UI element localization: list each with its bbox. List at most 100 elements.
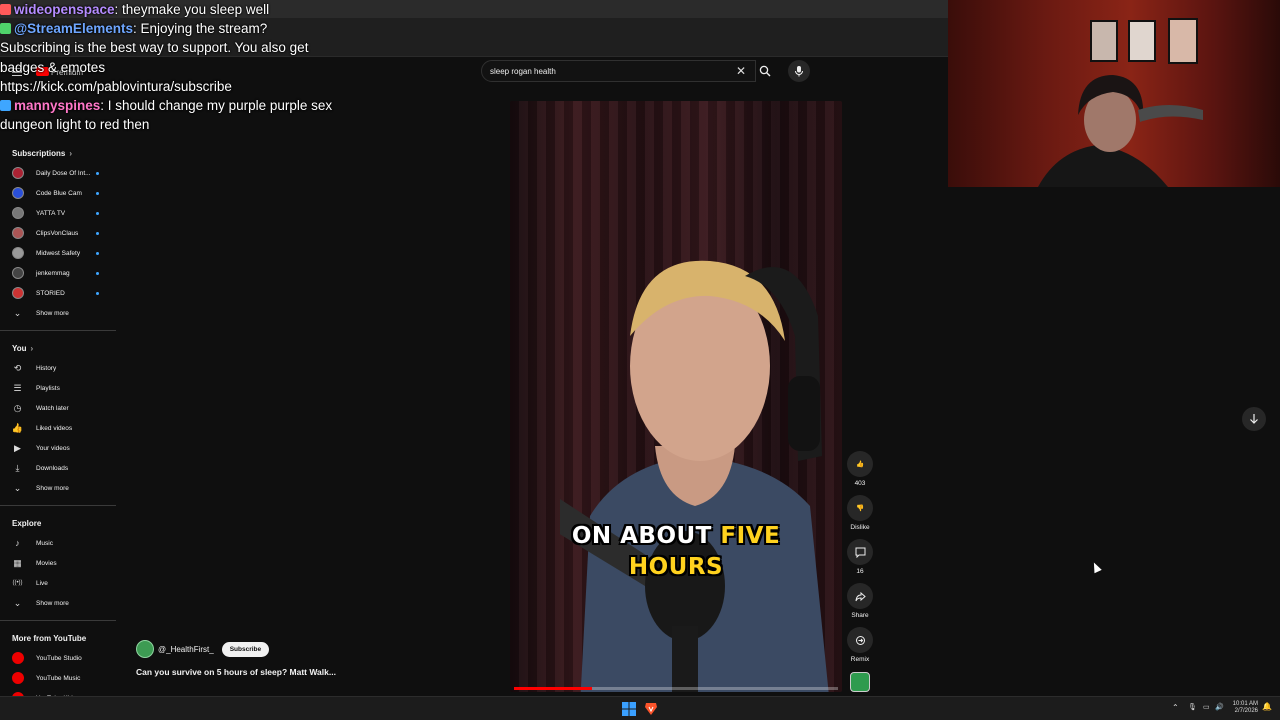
next-video-button[interactable] [1242,407,1266,431]
audio-source-thumbnail[interactable] [850,672,870,692]
channel-avatar [12,247,24,259]
sidebar-item-watch-later[interactable]: ◷ Watch later [0,398,116,418]
new-content-dot [96,272,99,275]
you-title: You [12,343,27,353]
network-icon[interactable]: ▭ [1203,704,1210,711]
search-button[interactable] [754,60,776,82]
sidebar-item-music[interactable]: ♪ Music [0,533,116,553]
sidebar-subscription-item[interactable]: jenkemmag [0,263,116,283]
streamer-webcam [948,0,1280,187]
chat-badge-icon [0,100,11,112]
more-title: More from YouTube [12,633,87,643]
search-value: sleep rogan health [490,66,556,76]
chevron-down-icon: ⌄ [13,482,22,493]
brave-browser-icon[interactable] [644,702,658,716]
clock[interactable]: 10:01 AM 2/7/2026 [1230,701,1258,715]
sidebar-item-label: Live [36,579,48,587]
sidebar-item-movies[interactable]: ▦ Movies [0,553,116,573]
sidebar-item-label: Playlists [36,384,60,392]
search-icon [759,65,771,77]
sidebar-item-playlists[interactable]: ☰ Playlists [0,378,116,398]
channel-avatar[interactable] [136,640,154,658]
chevron-down-icon: ⌄ [13,597,22,608]
sidebar-item-label: YATTA TV [36,209,66,217]
volume-icon[interactable]: 🔊 [1215,704,1224,711]
sidebar-subscription-item[interactable]: YATTA TV [0,203,116,223]
sidebar-item-youtube-app[interactable]: YouTube Studio [0,648,116,668]
sidebar-item-label: Liked videos [36,424,73,432]
video-title[interactable]: Can you survive on 5 hours of sleep? Mat… [136,667,336,677]
thumbs-down-icon: 👎 [847,495,873,521]
wall-frame [1168,18,1198,64]
remix-button[interactable]: Remix [843,627,877,663]
clock-time: 10:01 AM [1232,701,1258,707]
history-icon: ⟲ [13,362,22,373]
wall-frame [1090,20,1118,62]
mic-icon [795,66,803,77]
sidebar-subscription-item[interactable]: Code Blue Cam [0,183,116,203]
thumbs-up-icon: 👍 [847,451,873,477]
video-progress-bar[interactable] [514,687,838,690]
channel-avatar [12,227,24,239]
channel-avatar [12,167,24,179]
windows-start-icon[interactable] [622,702,636,716]
dislike-label: Dislike [850,524,870,531]
chevron-down-icon: ⌄ [13,307,22,318]
you-show-more[interactable]: ⌄ Show more [0,478,116,498]
chevron-right-icon: › [30,343,34,353]
chat-username: @StreamElements [14,21,133,37]
mic-tray-icon[interactable]: 🎙 [1188,704,1197,711]
dislike-button[interactable]: 👎 Dislike [843,495,877,531]
mouse-cursor [1090,560,1102,574]
sidebar-item-youtube-app[interactable]: YouTube Music [0,668,116,688]
search-input[interactable]: sleep rogan health [481,60,756,82]
divider [0,620,116,621]
sidebar-item-label: ClipsVonClaus [36,229,79,237]
sidebar-subscription-item[interactable]: Daily Dose Of Int... [0,163,116,183]
chat-text: : theymake you sleep well [114,2,270,17]
sidebar: Subscriptions › Daily Dose Of Int... Code … [0,143,116,708]
sidebar-item-label: Your videos [36,444,70,452]
thumbs-up-icon: 👍 [11,422,24,433]
sidebar-item-liked-videos[interactable]: 👍 Liked videos [0,418,116,438]
like-button[interactable]: 👍 403 [843,451,877,487]
close-icon[interactable]: ✕ [733,63,749,79]
sidebar-item-live[interactable]: ((•)) Live [0,573,116,593]
chat-username: wideopenspace [14,2,115,17]
subscriptions-show-more[interactable]: ⌄ Show more [0,303,116,323]
sidebar-item-label: STORIED [36,289,65,297]
chat-username: mannyspines [14,98,101,114]
share-button[interactable]: Share [843,583,877,619]
subscribe-button[interactable]: Subscribe [221,641,270,657]
sidebar-item-label: Watch later [36,404,69,412]
channel-name[interactable]: @_HealthFirst_ [158,645,214,654]
video-icon: ▶ [14,442,21,453]
show-more-label: Show more [36,309,69,317]
sidebar-item-your-videos[interactable]: ▶ Your videos [0,438,116,458]
sidebar-item-label: History [36,364,57,372]
subscriptions-heading[interactable]: Subscriptions › [0,143,116,163]
chat-message: mannyspines: I should change my purple p… [0,96,340,134]
sidebar-item-history[interactable]: ⟲ History [0,358,116,378]
comment-count: 16 [856,568,864,575]
wall-frame [1128,20,1156,62]
voice-search-button[interactable] [788,60,810,82]
sidebar-subscription-item[interactable]: STORIED [0,283,116,303]
chevron-right-icon: › [69,148,73,158]
you-heading[interactable]: You › [0,338,116,358]
tray-chevron-up-icon[interactable]: ⌃ [1172,704,1179,712]
chat-badge-icon [0,4,11,15]
notification-icon[interactable]: 🔔 [1262,703,1272,711]
sidebar-item-label: Music [36,539,53,547]
sidebar-item-downloads[interactable]: ⤓ Downloads [0,458,116,478]
shorts-video-player[interactable]: ON ABOUT FIVE HOURS [510,101,842,692]
comments-button[interactable]: 16 [843,539,877,575]
sidebar-item-label: Downloads [36,464,69,472]
arrow-down-icon [1250,414,1258,424]
sidebar-subscription-item[interactable]: ClipsVonClaus [0,223,116,243]
caption-highlight-line2: HOURS [628,554,724,580]
new-content-dot [96,192,99,195]
stream-chat-overlay: wideopenspace: theymake you sleep well @S… [0,0,340,134]
explore-show-more[interactable]: ⌄ Show more [0,593,116,613]
sidebar-subscription-item[interactable]: Midwest Safety [0,243,116,263]
